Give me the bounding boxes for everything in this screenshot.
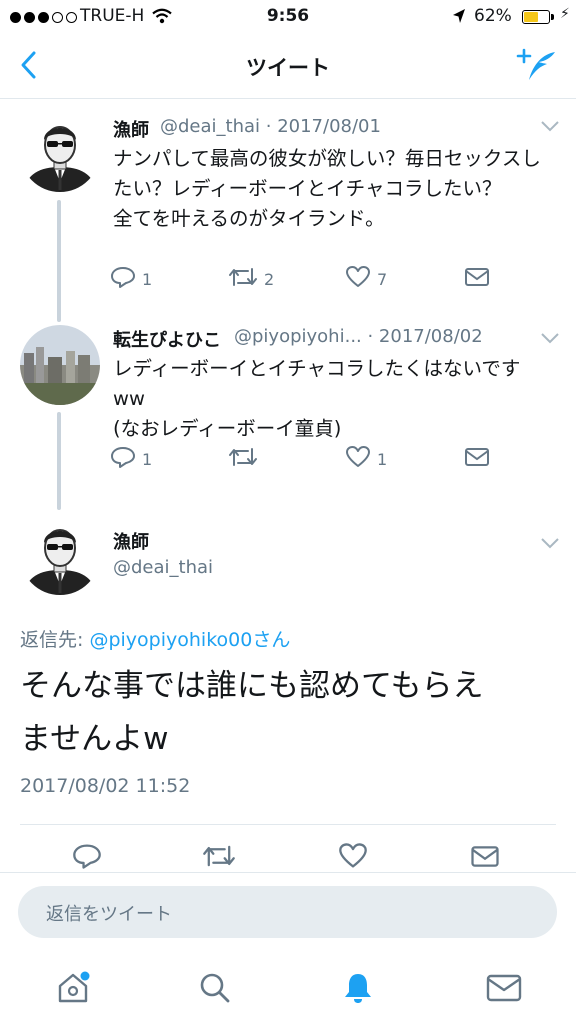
main-tweet-text: そんな事では誰にも認めてもらえ ませんよw — [20, 668, 484, 757]
status-bar: TRUE-H 9:56 62% ⚡ — [0, 0, 576, 36]
avatar[interactable] — [20, 515, 100, 595]
retweet-icon[interactable] — [202, 842, 236, 874]
like-count: 1 — [377, 449, 388, 469]
notifications-bell-icon[interactable] — [340, 970, 376, 1010]
retweet-button[interactable]: 2 — [228, 265, 274, 293]
tab-bar — [0, 956, 576, 1024]
envelope-icon — [464, 266, 490, 292]
envelope-icon[interactable] — [470, 844, 500, 873]
reply-placeholder: 返信をツイート — [46, 904, 172, 925]
reply-button[interactable]: 1 — [110, 265, 152, 293]
reply-input[interactable]: 返信をツイート — [18, 886, 557, 938]
avatar[interactable] — [20, 112, 100, 192]
reply-icon — [110, 445, 136, 473]
charging-bolt-icon: ⚡ — [560, 6, 570, 22]
reply-to-prefix: 返信先: — [20, 629, 90, 651]
author-name[interactable]: 転生ぴよひこ — [113, 326, 221, 352]
retweet-icon — [228, 445, 258, 473]
envelope-icon — [464, 446, 490, 472]
tweet-timestamp: 2017/08/02 11:52 — [20, 775, 191, 797]
author-name[interactable]: 漁師 — [113, 528, 149, 554]
message-button[interactable] — [464, 266, 490, 292]
chevron-down-icon[interactable] — [540, 330, 560, 349]
like-button[interactable]: 1 — [345, 445, 387, 473]
thread-line — [57, 200, 61, 322]
retweet-icon — [228, 265, 258, 293]
battery-icon — [522, 10, 550, 24]
reply-to-handle[interactable]: @piyopiyohiko00さん — [89, 629, 290, 651]
retweet-count: 2 — [264, 269, 275, 289]
battery-percent: 62% — [474, 6, 512, 26]
divider — [20, 824, 556, 825]
reply-to-line: 返信先: @piyopiyohiko00さん — [20, 625, 290, 652]
main-tweet-actions — [0, 840, 576, 876]
author-name[interactable]: 漁師 — [113, 116, 149, 142]
retweet-button[interactable] — [228, 445, 264, 473]
author-handle[interactable]: @deai_thai — [113, 557, 213, 578]
avatar[interactable] — [20, 325, 100, 405]
chevron-down-icon[interactable] — [540, 535, 560, 554]
compose-feather-icon[interactable] — [515, 46, 559, 90]
location-arrow-icon — [452, 8, 466, 29]
tweet-meta: @piyopiyohi... · 2017/08/02 — [234, 326, 483, 347]
tweet-text: ナンパして最高の彼女が欲しい？毎日セックスしたい？レディーボーイとイチャコラした… — [113, 147, 541, 230]
navigation-bar: ツイート — [0, 36, 576, 99]
home-icon[interactable] — [55, 970, 91, 1010]
reply-count: 1 — [142, 449, 153, 469]
tweet-meta: @deai_thai · 2017/08/01 — [160, 116, 381, 137]
heart-icon — [345, 265, 371, 293]
heart-icon[interactable] — [338, 842, 368, 874]
like-count: 7 — [377, 269, 388, 289]
reply-icon[interactable] — [72, 842, 102, 874]
tweet-text: レディーボーイとイチャコラしたくはないですww (なおレディーボーイ童貞) — [113, 357, 521, 440]
message-button[interactable] — [464, 446, 490, 472]
reply-button[interactable]: 1 — [110, 445, 152, 473]
reply-count: 1 — [142, 269, 153, 289]
heart-icon — [345, 445, 371, 473]
reply-icon — [110, 265, 136, 293]
search-icon[interactable] — [197, 970, 233, 1010]
divider — [0, 872, 576, 873]
like-button[interactable]: 7 — [345, 265, 387, 293]
thread-line — [57, 412, 61, 510]
page-title: ツイート — [246, 56, 330, 80]
messages-envelope-icon[interactable] — [485, 970, 523, 1010]
chevron-down-icon[interactable] — [540, 118, 560, 137]
